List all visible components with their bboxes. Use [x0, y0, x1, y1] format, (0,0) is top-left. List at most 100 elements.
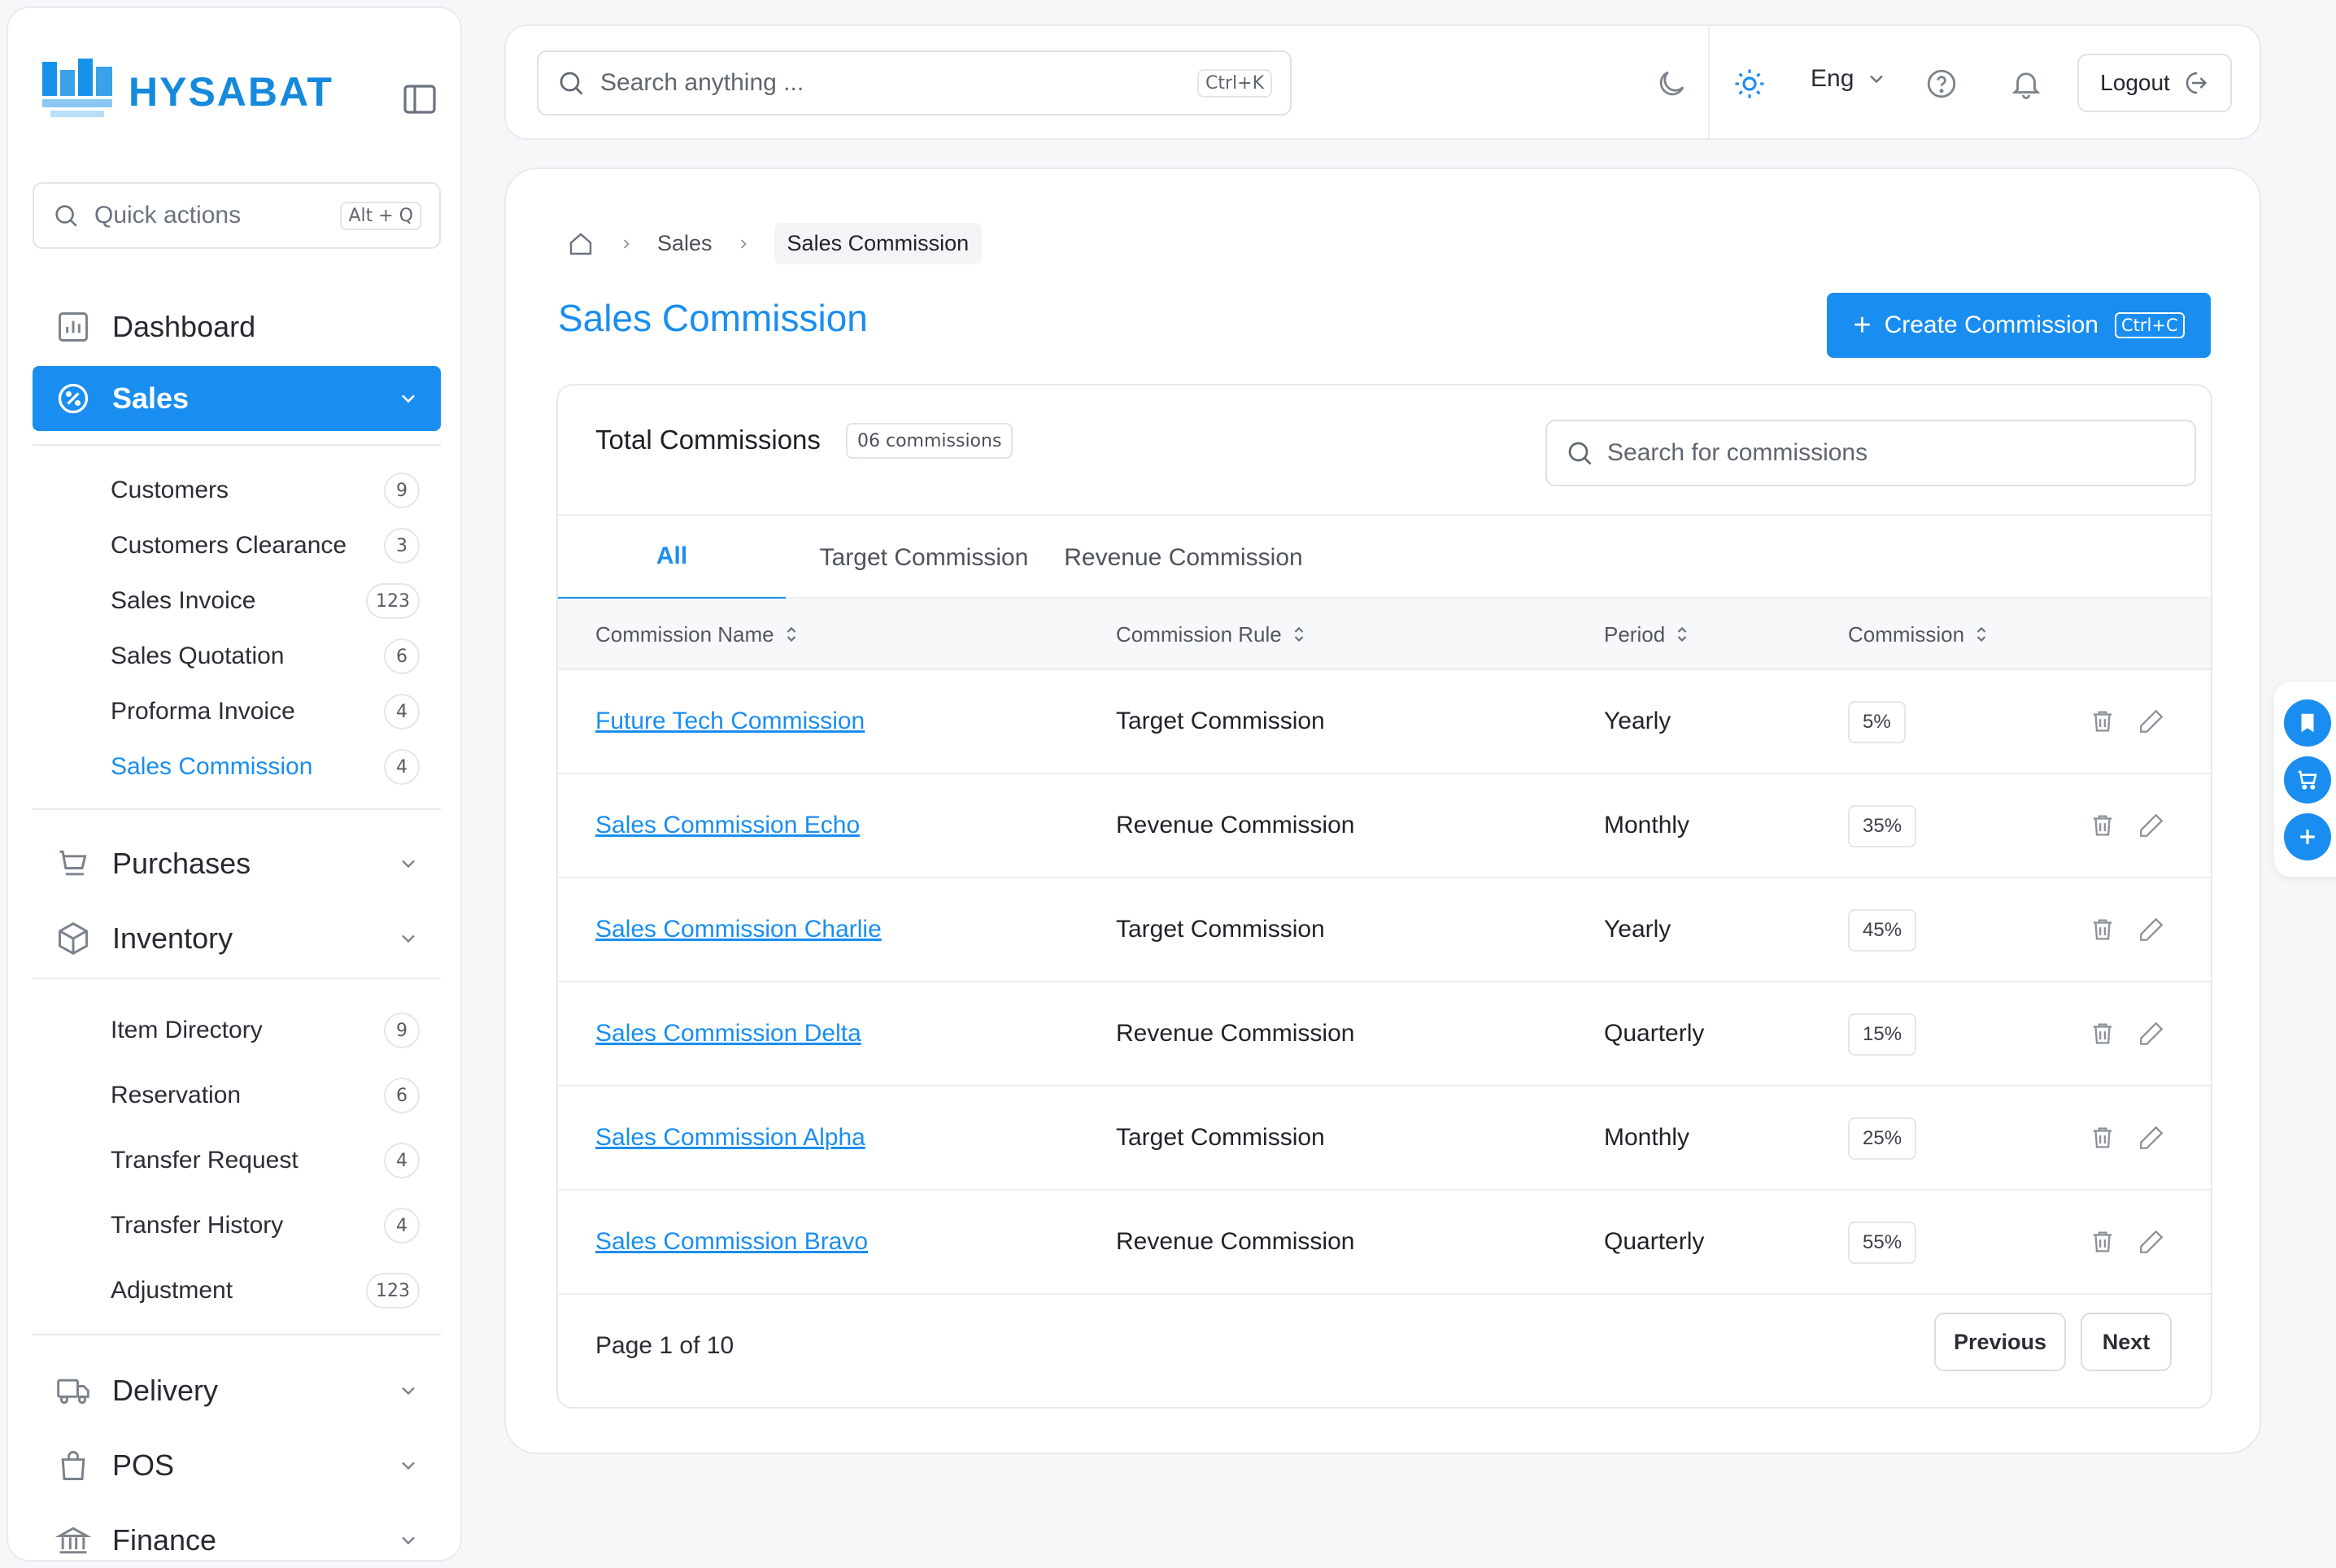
commission-percent-badge: 45%: [1848, 909, 1917, 952]
sidebar-item-customers[interactable]: Customers 9: [111, 470, 420, 511]
quick-actions-input[interactable]: Quick actions Alt + Q: [33, 182, 441, 249]
sidebar-item-label: Adjustment: [111, 1277, 233, 1304]
sidebar-toggle-icon[interactable]: [400, 80, 439, 119]
commission-name-link[interactable]: Sales Commission Echo: [595, 774, 860, 877]
pencil-icon[interactable]: [2138, 1020, 2165, 1048]
home-icon[interactable]: [566, 229, 595, 259]
tab-all[interactable]: All: [558, 516, 786, 600]
sidebar-item-purchases[interactable]: Purchases: [33, 831, 441, 896]
sidebar-item-pos[interactable]: POS: [33, 1433, 441, 1498]
pencil-icon[interactable]: [2138, 1228, 2165, 1256]
trash-icon[interactable]: [2089, 708, 2116, 735]
global-search-input[interactable]: Search anything ... Ctrl+K: [537, 50, 1292, 115]
table-row: Sales Commission Bravo Revenue Commissio…: [558, 1191, 2211, 1295]
create-commission-button[interactable]: + Create Commission Ctrl+C: [1827, 293, 2211, 358]
trash-icon[interactable]: [2089, 1124, 2116, 1152]
tab-target-commission[interactable]: Target Commission: [802, 516, 1046, 600]
previous-button[interactable]: Previous: [1934, 1313, 2066, 1371]
commission-rule-cell: Target Commission: [1116, 916, 1325, 943]
breadcrumb-sales[interactable]: Sales: [657, 231, 713, 256]
chevron-down-icon: [402, 1536, 415, 1545]
pencil-icon[interactable]: [2138, 1124, 2165, 1152]
bookmark-fab[interactable]: [2284, 699, 2331, 747]
table-row: Sales Commission Charlie Target Commissi…: [558, 878, 2211, 982]
shopping-bag-icon: [61, 1451, 85, 1480]
sidebar-item-reservation[interactable]: Reservation 6: [111, 1075, 420, 1116]
chevron-down-icon: [402, 860, 415, 869]
commission-name-link[interactable]: Sales Commission Bravo: [595, 1191, 868, 1293]
trash-icon[interactable]: [2089, 812, 2116, 839]
sidebar-item-customers-clearance[interactable]: Customers Clearance 3: [111, 525, 420, 566]
sidebar-item-label: POS: [112, 1448, 175, 1482]
sidebar-item-sales[interactable]: Sales: [33, 366, 441, 431]
commission-percent-badge: 5%: [1848, 701, 1906, 743]
column-label: Commission Name: [595, 621, 774, 647]
divider: [33, 808, 441, 810]
sort-icon: [1677, 626, 1687, 642]
brand-logo[interactable]: HYSABAT: [37, 55, 333, 128]
page-title: Sales Commission: [558, 297, 868, 339]
column-header-commission-name[interactable]: Commission Name: [595, 599, 799, 670]
sidebar-item-label: Transfer Request: [111, 1147, 299, 1174]
next-button[interactable]: Next: [2081, 1313, 2172, 1371]
commission-name-link[interactable]: Sales Commission Delta: [595, 982, 861, 1085]
column-header-period[interactable]: Period: [1604, 599, 1689, 670]
sidebar-item-proforma-invoice[interactable]: Proforma Invoice 4: [111, 691, 420, 732]
table-title: Total Commissions: [595, 425, 821, 455]
commission-name-link[interactable]: Future Tech Commission: [595, 670, 865, 773]
cart-fab[interactable]: [2284, 756, 2331, 804]
add-fab[interactable]: [2284, 813, 2331, 860]
chevron-down-icon: [402, 1387, 415, 1396]
column-header-commission[interactable]: Commission: [1848, 599, 1989, 670]
commission-search-input[interactable]: Search for commissions: [1545, 420, 2196, 486]
sidebar-item-sales-invoice[interactable]: Sales Invoice 123: [111, 581, 420, 621]
tab-bar: All Target Commission Revenue Commission: [558, 514, 2211, 600]
logout-button[interactable]: Logout: [2077, 54, 2232, 112]
sidebar-item-dashboard[interactable]: Dashboard: [33, 294, 441, 359]
help-icon[interactable]: [1924, 67, 1959, 101]
count-badge: 123: [366, 583, 420, 619]
trash-icon[interactable]: [2089, 1020, 2116, 1048]
table-row: Sales Commission Delta Revenue Commissio…: [558, 982, 2211, 1087]
create-commission-label: Create Commission: [1884, 311, 2098, 338]
search-icon: [560, 72, 583, 95]
sidebar-item-label: Delivery: [112, 1374, 219, 1407]
sidebar-item-finance[interactable]: Finance: [33, 1508, 441, 1560]
truck-icon: [57, 1379, 89, 1405]
sidebar-item-label: Sales Invoice: [111, 587, 256, 614]
divider: [1708, 26, 1710, 138]
count-badge: 4: [384, 1143, 420, 1178]
sidebar-item-inventory[interactable]: Inventory: [33, 906, 441, 971]
sidebar-item-label: Transfer History: [111, 1212, 284, 1239]
create-commission-shortcut: Ctrl+C: [2115, 312, 2185, 338]
commission-name-link[interactable]: Sales Commission Charlie: [595, 878, 882, 981]
sidebar-item-adjustment[interactable]: Adjustment 123: [111, 1270, 420, 1311]
sidebar-item-delivery[interactable]: Delivery: [33, 1358, 441, 1423]
tab-revenue-commission[interactable]: Revenue Commission: [1041, 516, 1326, 600]
sidebar-item-sales-quotation[interactable]: Sales Quotation 6: [111, 636, 420, 677]
sidebar-item-transfer-request[interactable]: Transfer Request 4: [111, 1140, 420, 1181]
sidebar-item-transfer-history[interactable]: Transfer History 4: [111, 1205, 420, 1246]
chevron-right-icon: [740, 238, 747, 249]
search-icon: [55, 205, 77, 227]
sidebar-item-label: Customers Clearance: [111, 532, 347, 559]
count-badge: 4: [384, 1208, 420, 1244]
column-header-commission-rule[interactable]: Commission Rule: [1116, 599, 1306, 670]
sidebar-item-sales-commission[interactable]: Sales Commission 4: [111, 747, 420, 787]
pencil-icon[interactable]: [2138, 812, 2165, 839]
count-badge: 9: [384, 1013, 420, 1048]
count-badge: 4: [384, 694, 420, 730]
pencil-icon[interactable]: [2138, 708, 2165, 735]
sidebar-item-item-directory[interactable]: Item Directory 9: [111, 1010, 420, 1051]
trash-icon[interactable]: [2089, 916, 2116, 943]
commission-name-link[interactable]: Sales Commission Alpha: [595, 1087, 865, 1189]
trash-icon[interactable]: [2089, 1228, 2116, 1256]
language-value: Eng: [1811, 65, 1854, 92]
pagination: Page 1 of 10 Previous Next: [558, 1295, 2211, 1407]
language-select[interactable]: Eng: [1811, 65, 1888, 93]
cart-icon: [2298, 770, 2317, 790]
moon-icon[interactable]: [1654, 67, 1689, 101]
pencil-icon[interactable]: [2138, 916, 2165, 943]
bell-icon[interactable]: [2009, 67, 2043, 101]
sun-icon[interactable]: [1732, 67, 1767, 101]
